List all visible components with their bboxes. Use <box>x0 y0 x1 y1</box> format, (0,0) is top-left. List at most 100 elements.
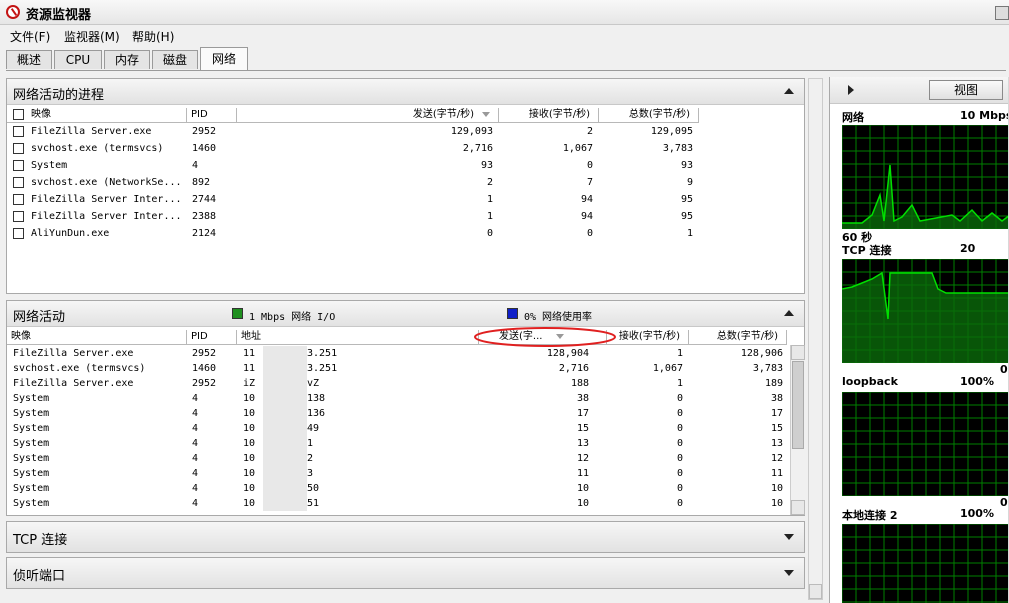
table-row[interactable]: System 4 10 3 11 0 11 <box>7 466 790 481</box>
graph-scale-label: 10 Mbps <box>960 109 1009 122</box>
main-scroll-down-button[interactable] <box>809 584 822 599</box>
menu-file[interactable]: 文件(F) <box>10 28 50 45</box>
processes-panel: 网络活动的进程 映像 PID 发送(字节/秒) 接收(字节/秒) 总数(字节/秒… <box>6 78 805 294</box>
cell-address-end: 1 <box>307 438 314 449</box>
table-row[interactable]: FileZilla Server.exe 2952 iZ vZ 188 1 189 <box>7 376 790 391</box>
main-scrollbar[interactable] <box>808 78 823 600</box>
row-checkbox[interactable] <box>13 126 24 137</box>
table-row[interactable]: System 4 10 49 15 0 15 <box>7 421 790 436</box>
expand-arrow-icon[interactable] <box>784 570 794 576</box>
cell-recv: 0 <box>676 423 683 434</box>
scroll-up-button[interactable] <box>791 345 805 360</box>
table-row[interactable]: svchost.exe (termsvcs) 1460 2,716 1,067 3,78… <box>7 141 804 156</box>
table-row[interactable]: FileZilla Server Inter... 2744 1 94 95 <box>7 192 804 207</box>
menu-monitor[interactable]: 监视器(M) <box>64 28 120 45</box>
collapse-arrow-icon[interactable] <box>784 310 794 316</box>
cell-pid: 4 <box>192 483 199 494</box>
expand-pane-icon[interactable] <box>848 85 854 95</box>
menu-help[interactable]: 帮助(H) <box>132 28 174 45</box>
view-button[interactable]: 视图 <box>929 80 1003 100</box>
cell-recv: 0 <box>676 468 683 479</box>
table-row[interactable]: System 4 10 50 10 0 10 <box>7 481 790 496</box>
cell-address-end: 3.251 <box>307 363 338 374</box>
cell-image: FileZilla Server Inter... <box>31 211 182 222</box>
col-send[interactable]: 发送(字节/秒) <box>237 108 499 123</box>
row-checkbox[interactable] <box>13 177 24 188</box>
cell-address-end: 136 <box>307 408 326 419</box>
cell-pid: 4 <box>192 160 199 171</box>
col-address[interactable]: 地址 <box>237 330 479 345</box>
cell-total: 9 <box>686 177 693 188</box>
resource-monitor-icon <box>6 5 20 19</box>
expand-arrow-icon[interactable] <box>784 534 794 540</box>
table-row[interactable]: System 4 10 2 12 0 12 <box>7 451 790 466</box>
row-checkbox[interactable] <box>13 194 24 205</box>
redacted-address <box>263 436 307 451</box>
cell-address-start: 11 <box>243 363 256 374</box>
cell-send: 1 <box>486 194 493 205</box>
cell-recv: 0 <box>676 483 683 494</box>
table-row[interactable]: System 4 93 0 93 <box>7 158 804 173</box>
listening-ports-panel[interactable]: 侦听端口 <box>6 557 805 589</box>
row-checkbox[interactable] <box>13 228 24 239</box>
select-all-checkbox[interactable] <box>13 109 24 120</box>
table-row[interactable]: System 4 10 51 10 0 10 <box>7 496 790 511</box>
tcp-panel-header[interactable]: TCP 连接 <box>7 522 804 552</box>
cell-recv: 0 <box>676 408 683 419</box>
col-pid[interactable]: PID <box>187 108 237 123</box>
table-row[interactable]: svchost.exe (termsvcs) 1460 11 3.251 2,716 1,… <box>7 361 790 376</box>
collapse-arrow-icon[interactable] <box>784 88 794 94</box>
tab-memory[interactable]: 内存 <box>104 50 150 69</box>
cell-total: 3,783 <box>752 363 783 374</box>
col-recv[interactable]: 接收(字节/秒) <box>607 330 689 345</box>
col-total[interactable]: 总数(字节/秒) <box>689 330 787 345</box>
tab-disk[interactable]: 磁盘 <box>152 50 198 69</box>
title-bar: 资源监视器 <box>0 0 1009 25</box>
table-row[interactable]: FileZilla Server Inter... 2388 1 94 95 <box>7 209 804 224</box>
cell-total: 11 <box>770 468 783 479</box>
scroll-down-button[interactable] <box>791 500 805 515</box>
col-total[interactable]: 总数(字节/秒) <box>599 108 699 123</box>
table-row[interactable]: AliYunDun.exe 2124 0 0 1 <box>7 226 804 241</box>
processes-panel-header[interactable]: 网络活动的进程 <box>7 79 804 105</box>
graph-min-label: 0 <box>1000 496 1008 509</box>
cell-address-end: 50 <box>307 483 320 494</box>
cell-image: System <box>13 438 50 449</box>
tcp-connections-panel[interactable]: TCP 连接 <box>6 521 805 553</box>
cell-recv: 0 <box>676 498 683 509</box>
listen-panel-header[interactable]: 侦听端口 <box>7 558 804 588</box>
table-row[interactable]: System 4 10 136 17 0 17 <box>7 406 790 421</box>
cell-total: 17 <box>770 408 783 419</box>
scroll-thumb[interactable] <box>792 361 804 449</box>
row-checkbox[interactable] <box>13 143 24 154</box>
cell-pid: 4 <box>192 408 199 419</box>
graph-label: loopback <box>842 375 898 388</box>
row-checkbox[interactable] <box>13 211 24 222</box>
col-pid[interactable]: PID <box>187 330 237 345</box>
table-row[interactable]: System 4 10 138 38 0 38 <box>7 391 790 406</box>
col-image[interactable]: 映像 <box>7 108 187 123</box>
col-recv[interactable]: 接收(字节/秒) <box>499 108 599 123</box>
redacted-address <box>263 346 307 361</box>
row-checkbox[interactable] <box>13 160 24 171</box>
tab-network[interactable]: 网络 <box>200 47 248 71</box>
redacted-address <box>263 466 307 481</box>
network-table-scrollbar[interactable] <box>790 345 805 515</box>
col-image[interactable]: 映像 <box>7 330 187 345</box>
cell-address-start: 10 <box>243 393 256 404</box>
window-control-button[interactable] <box>995 6 1009 20</box>
table-row[interactable]: FileZilla Server.exe 2952 11 3.251 128,904 1 1… <box>7 346 790 361</box>
cell-address-end: 3.251 <box>307 348 338 359</box>
cell-address-start: 10 <box>243 468 256 479</box>
sort-descending-icon <box>482 111 490 117</box>
cell-pid: 892 <box>192 177 211 188</box>
table-row[interactable]: FileZilla Server.exe 2952 129,093 2 129,095 <box>7 124 804 139</box>
tab-overview[interactable]: 概述 <box>6 50 52 69</box>
tab-cpu[interactable]: CPU <box>54 50 102 69</box>
processes-panel-title: 网络活动的进程 <box>13 88 105 103</box>
table-row[interactable]: System 4 10 1 13 0 13 <box>7 436 790 451</box>
graph-min-label: 0 <box>1000 363 1008 376</box>
usage-legend-label: 0% 网络使用率 <box>524 312 593 323</box>
table-row[interactable]: svchost.exe (NetworkSe... 892 2 7 9 <box>7 175 804 190</box>
network-panel-header[interactable]: 网络活动 1 Mbps 网络 I/O 0% 网络使用率 <box>7 301 804 327</box>
